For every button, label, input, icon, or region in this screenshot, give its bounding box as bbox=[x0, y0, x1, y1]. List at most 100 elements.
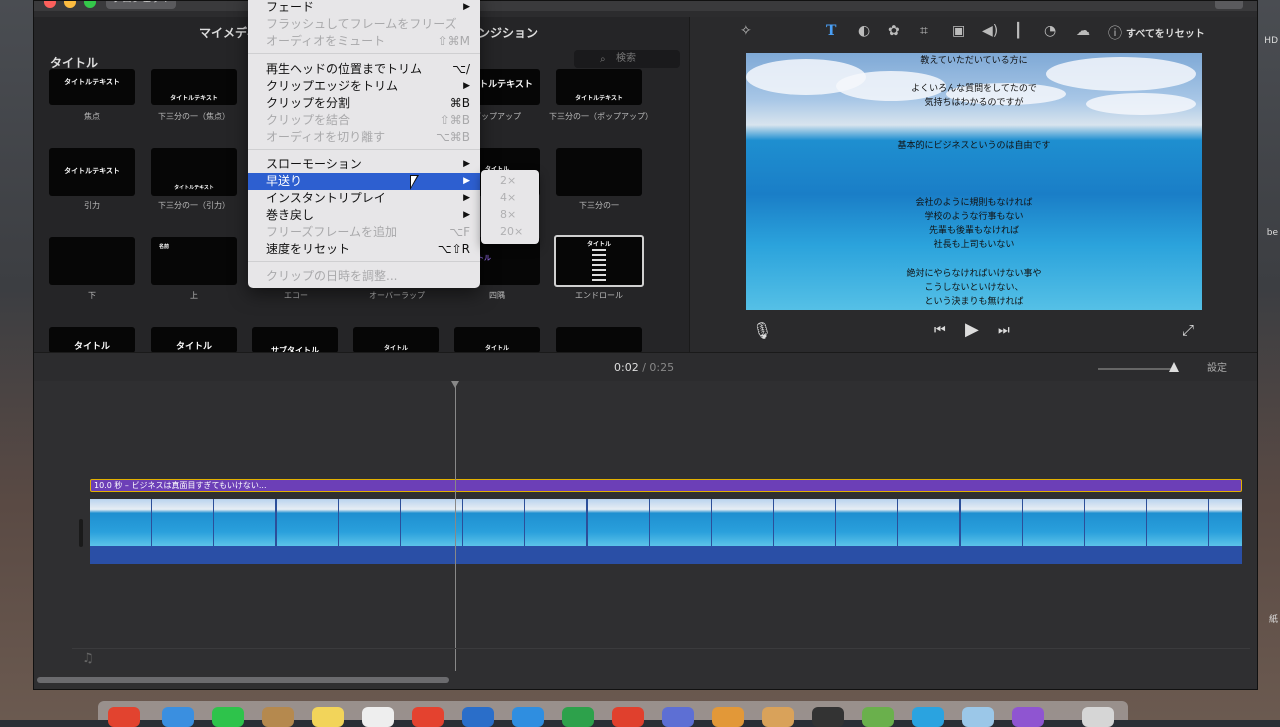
menu-item-slow-motion[interactable]: スローモーション ▶ bbox=[248, 156, 480, 173]
clip-audio-waveform bbox=[90, 546, 1242, 564]
title-tile[interactable]: タイトル bbox=[49, 327, 135, 353]
close-icon[interactable] bbox=[44, 1, 56, 8]
dock-app-icon[interactable] bbox=[912, 707, 944, 727]
dock-app-icon[interactable] bbox=[362, 707, 394, 727]
title-tile[interactable]: タイトルテキスト bbox=[556, 69, 642, 105]
color-correction-icon[interactable]: ✿ bbox=[888, 23, 900, 39]
title-tile[interactable]: タイトルテキスト bbox=[151, 148, 237, 196]
equalizer-icon[interactable]: ┃ bbox=[1014, 23, 1022, 39]
stabilization-icon[interactable]: ▣ bbox=[952, 23, 965, 39]
dock-app-icon[interactable] bbox=[612, 707, 644, 727]
desktop-label: HD bbox=[1264, 36, 1278, 46]
reset-all-button[interactable]: すべてをリセット bbox=[1126, 25, 1205, 40]
play-icon[interactable]: ▶ bbox=[965, 319, 979, 340]
menu-item-detach-audio: オーディオを切り離す ⌥⌘B bbox=[266, 130, 470, 144]
menu-item-adjust-clip-date: クリップの日時を調整... bbox=[266, 269, 398, 283]
search-field[interactable]: ⌕ 検索 bbox=[574, 50, 680, 68]
minimize-icon[interactable] bbox=[64, 1, 76, 8]
dock-app-icon[interactable] bbox=[412, 707, 444, 727]
fullscreen-icon[interactable]: ⤢ bbox=[1182, 321, 1194, 339]
menu-item-fade[interactable]: フェード ▶ bbox=[248, 0, 480, 16]
dock-app-icon[interactable] bbox=[812, 707, 844, 727]
title-clip[interactable]: 10.0 秒 – ビジネスは真面目すぎてもいけない... bbox=[90, 479, 1242, 492]
submenu-arrow-icon: ▶ bbox=[463, 210, 470, 220]
dock-app-icon[interactable] bbox=[108, 707, 140, 727]
speed-icon[interactable]: ◔ bbox=[1044, 23, 1056, 39]
menu-item-reset-speed[interactable]: 速度をリセット ⌥⇧R bbox=[248, 241, 480, 258]
title-tile-label: エコー bbox=[284, 291, 308, 300]
dock-app-icon[interactable] bbox=[862, 707, 894, 727]
title-tile[interactable]: タイトルテキスト bbox=[49, 69, 135, 105]
dock-app-icon[interactable] bbox=[762, 707, 794, 727]
speed-option-4x: 4× bbox=[500, 191, 517, 204]
menu-item-instant-replay[interactable]: インスタントリプレイ ▶ bbox=[248, 190, 480, 207]
dock-app-icon[interactable] bbox=[712, 707, 744, 727]
title-tile-label: 下三分の一 bbox=[579, 201, 619, 210]
imovie-window: プロジェクト マイメディア トランジション タイトル ⌕ 検索 タイトルテキスト… bbox=[33, 0, 1258, 690]
dock-app-icon[interactable] bbox=[212, 707, 244, 727]
skip-forward-icon[interactable]: ⏭ bbox=[998, 323, 1010, 338]
menu-item-rewind[interactable]: 巻き戻し ▶ bbox=[248, 207, 480, 224]
title-tile-label: 上 bbox=[190, 291, 198, 300]
dock bbox=[98, 701, 1128, 727]
skip-back-icon[interactable]: ⏮ bbox=[934, 323, 946, 338]
dock-app-icon[interactable] bbox=[962, 707, 994, 727]
title-tile-label: エンドロール bbox=[575, 291, 623, 300]
title-tile[interactable]: タイトル bbox=[353, 327, 439, 353]
trash-icon[interactable] bbox=[1082, 707, 1114, 727]
settings-button[interactable]: 設定 bbox=[1207, 359, 1227, 374]
dock-app-icon[interactable] bbox=[262, 707, 294, 727]
title-tile[interactable]: タイトル bbox=[151, 327, 237, 353]
desktop-label: be bbox=[1266, 228, 1278, 238]
zoom-icon[interactable] bbox=[84, 1, 96, 8]
share-button[interactable] bbox=[1215, 1, 1243, 9]
dock-app-icon[interactable] bbox=[462, 707, 494, 727]
dock-app-icon[interactable] bbox=[662, 707, 694, 727]
search-icon: ⌕ bbox=[600, 54, 606, 65]
video-preview: 教えていただいている方に よくいろんな質問をしてたので 気持ちはわかるのですが … bbox=[746, 53, 1202, 310]
timeline-handle[interactable] bbox=[79, 519, 83, 547]
title-tile[interactable]: タイトルテキスト bbox=[151, 69, 237, 105]
filter-icon[interactable]: ☁ bbox=[1076, 23, 1090, 39]
title-tile[interactable] bbox=[49, 237, 135, 285]
projects-back-button[interactable]: プロジェクト bbox=[106, 1, 176, 9]
dock-app-icon[interactable] bbox=[512, 707, 544, 727]
title-tile[interactable]: タイトル bbox=[454, 327, 540, 353]
title-tile[interactable]: 名前 bbox=[151, 237, 237, 285]
dock-app-icon[interactable] bbox=[562, 707, 594, 727]
color-balance-icon[interactable]: ◐ bbox=[858, 23, 870, 39]
search-placeholder: 検索 bbox=[616, 53, 636, 64]
dock-app-icon[interactable] bbox=[312, 707, 344, 727]
info-icon[interactable]: ⓘ bbox=[1108, 23, 1122, 43]
title-tool-icon[interactable]: T bbox=[826, 23, 836, 39]
timecode: 0:02 / 0:25 bbox=[614, 361, 674, 374]
overlay-text: 学校のような行事もない bbox=[924, 212, 1024, 222]
title-tile[interactable]: タイトルテキスト bbox=[49, 148, 135, 196]
volume-icon[interactable]: ◀) bbox=[982, 23, 998, 39]
magic-wand-icon[interactable]: ✧ bbox=[740, 23, 752, 39]
credits-preview bbox=[592, 249, 606, 283]
clip-context-menu: フェード ▶ フラッシュしてフレームをフリーズ オーディオをミュート ⇧⌘M 再生ヘ… bbox=[248, 0, 480, 288]
menu-item-split-clip[interactable]: クリップを分割 ⌘B bbox=[248, 95, 480, 112]
dock-app-icon[interactable] bbox=[162, 707, 194, 727]
title-tile[interactable] bbox=[556, 148, 642, 196]
title-tile[interactable] bbox=[556, 327, 642, 353]
microphone-icon[interactable]: 🎙 bbox=[752, 321, 772, 340]
menu-item-fast-forward[interactable]: 早送り ▶ bbox=[248, 173, 480, 190]
zoom-slider-knob[interactable] bbox=[1169, 362, 1179, 372]
menu-item-trim-clip-edges[interactable]: クリップエッジをトリム ▶ bbox=[248, 78, 480, 95]
dock-app-icon[interactable] bbox=[1012, 707, 1044, 727]
desktop-label: 紙 bbox=[1268, 615, 1278, 625]
timeline-toolbar: 0:02 / 0:25 設定 bbox=[34, 352, 1257, 382]
video-clip[interactable] bbox=[90, 499, 1242, 564]
title-tile[interactable]: サブタイトル bbox=[252, 327, 338, 355]
menu-item-trim-to-playhead[interactable]: 再生ヘッドの位置までトリム ⌥/ bbox=[248, 61, 480, 78]
playhead[interactable] bbox=[455, 381, 456, 671]
menu-separator bbox=[248, 261, 480, 262]
title-tile-selected[interactable]: タイトル bbox=[554, 235, 644, 287]
zoom-slider[interactable] bbox=[1098, 368, 1174, 370]
current-time: 0:02 bbox=[614, 361, 639, 374]
horizontal-scrollbar[interactable] bbox=[37, 677, 449, 683]
menu-item-join-clip: クリップを結合 ⇧⌘B bbox=[266, 113, 470, 127]
crop-icon[interactable]: ⌗ bbox=[920, 23, 928, 39]
